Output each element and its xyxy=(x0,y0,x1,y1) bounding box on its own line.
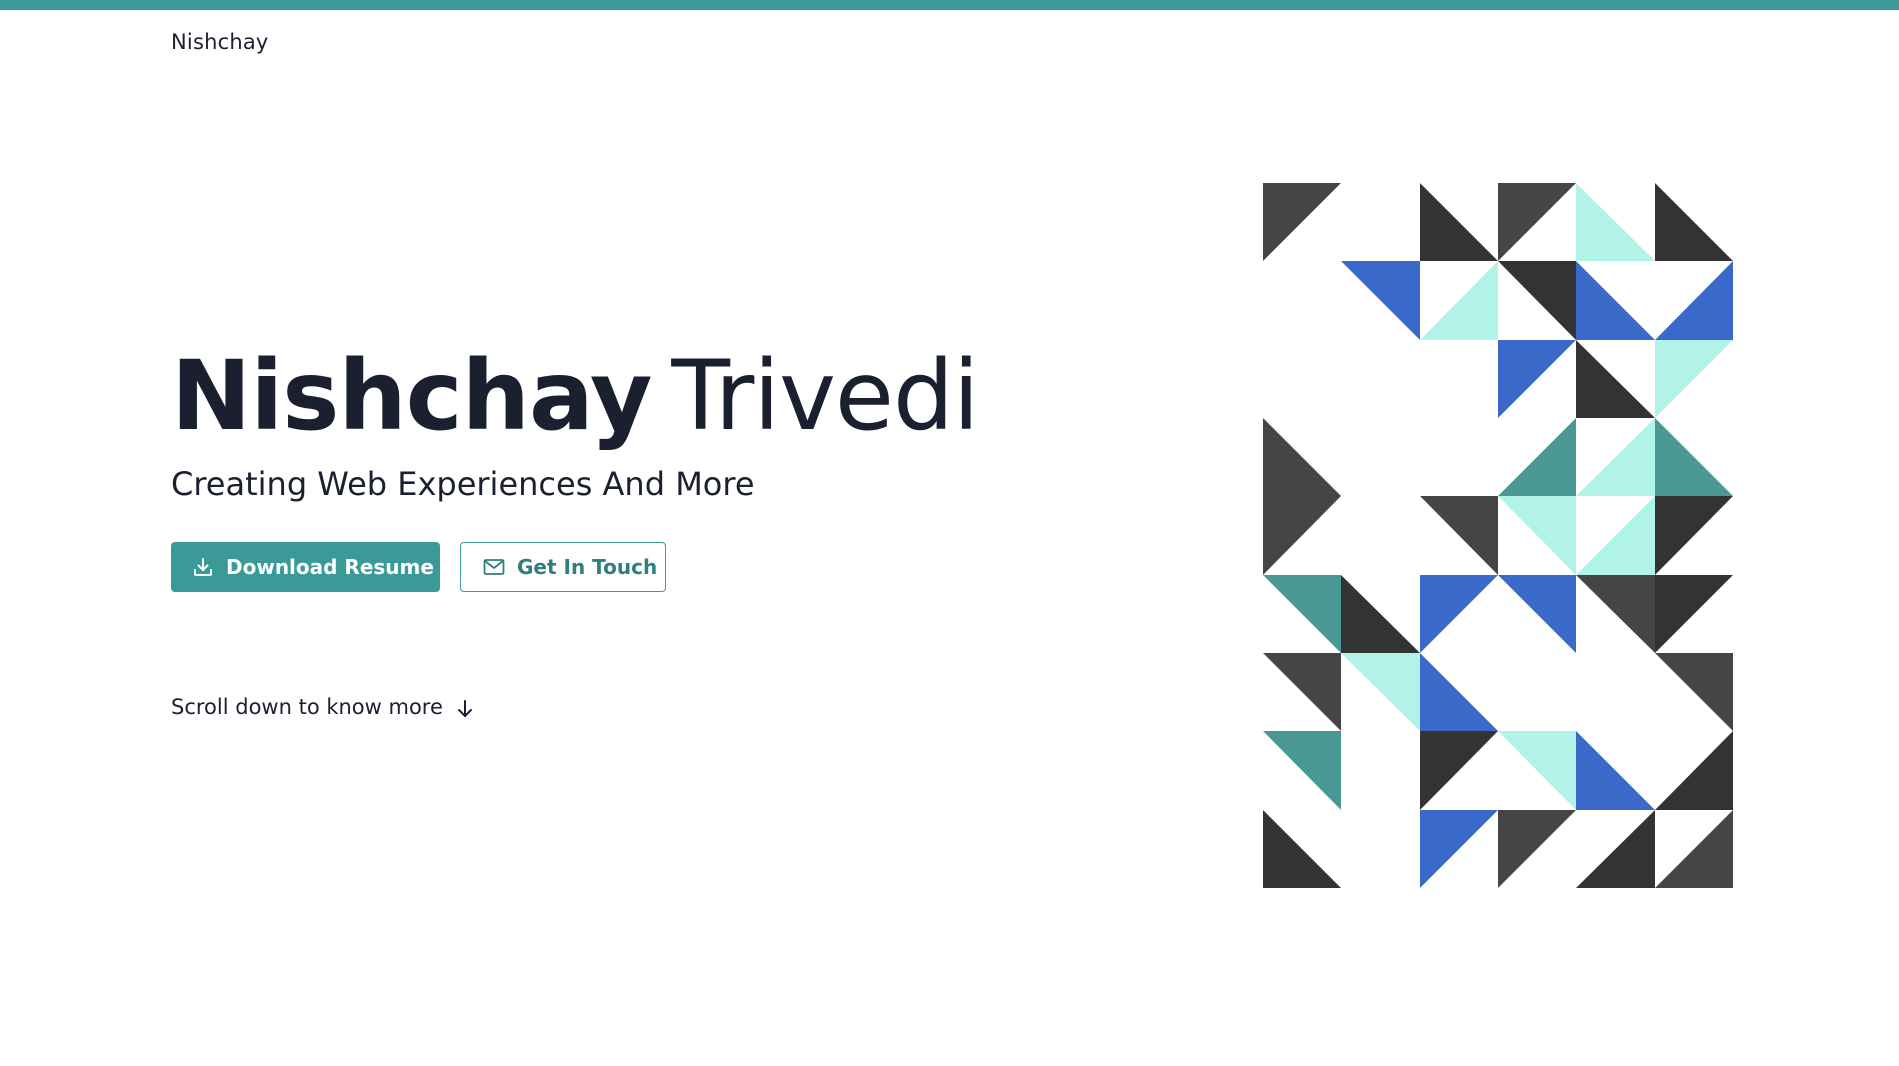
download-resume-button[interactable]: Download Resume xyxy=(171,542,440,592)
scroll-down-hint[interactable]: Scroll down to know more xyxy=(171,694,475,720)
hero-last-name: Trivedi xyxy=(671,340,979,452)
download-icon xyxy=(191,555,215,579)
get-in-touch-label: Get In Touch xyxy=(517,555,658,579)
mail-icon xyxy=(482,555,506,579)
geometric-pattern-illustration xyxy=(1263,183,1733,888)
brand-logo-link[interactable]: Nishchay xyxy=(171,30,269,54)
get-in-touch-button[interactable]: Get In Touch xyxy=(460,542,666,592)
hero-first-name: Nishchay xyxy=(171,340,652,452)
download-resume-label: Download Resume xyxy=(226,555,434,579)
hero-title: Nishchay Trivedi xyxy=(171,336,980,456)
arrow-down-icon xyxy=(455,698,475,720)
hero-subtitle: Creating Web Experiences And More xyxy=(171,465,755,503)
top-accent-bar xyxy=(0,0,1899,10)
scroll-down-label: Scroll down to know more xyxy=(171,695,443,719)
